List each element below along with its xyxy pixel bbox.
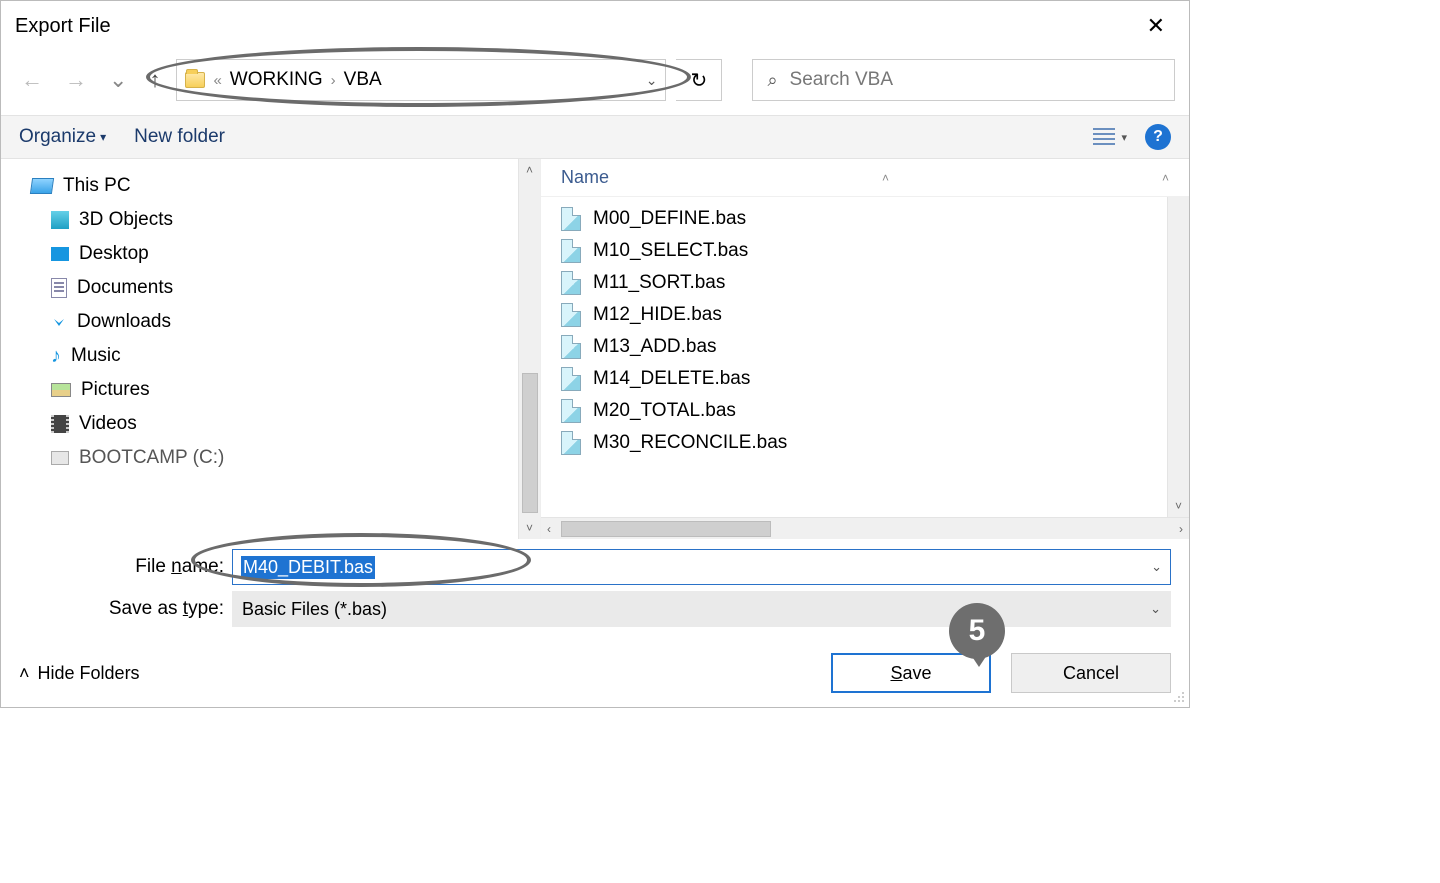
file-row[interactable]: M10_SELECT.bas <box>561 235 1167 267</box>
hide-folders-toggle[interactable]: ˄ Hide Folders <box>19 663 140 684</box>
filename-input[interactable]: M40_DEBIT.bas ⌄ <box>232 549 1171 585</box>
view-icon <box>1093 128 1115 146</box>
forward-button[interactable]: → <box>59 65 93 95</box>
tree-desktop[interactable]: Desktop <box>31 237 518 271</box>
type-dropdown-icon[interactable]: ⌄ <box>1150 601 1161 617</box>
file-header[interactable]: Name ˄ ˄ <box>541 159 1189 197</box>
file-vscrollbar[interactable]: ˅ <box>1167 197 1189 517</box>
bas-file-icon <box>561 335 581 359</box>
pictures-icon <box>51 383 71 397</box>
desktop-icon <box>51 247 69 261</box>
bas-file-icon <box>561 207 581 231</box>
type-label: Save as type: <box>19 598 224 620</box>
file-row[interactable]: M20_TOTAL.bas <box>561 395 1167 427</box>
bas-file-icon <box>561 367 581 391</box>
nav-tree: This PC 3D Objects Desktop Documents <box>1 159 541 539</box>
up-button[interactable]: ↑ <box>143 65 166 95</box>
scroll-thumb[interactable] <box>561 521 771 537</box>
breadcrumb-parent[interactable]: WORKING <box>230 69 323 91</box>
scroll-down-icon[interactable]: ˅ <box>526 517 533 539</box>
file-row[interactable]: M11_SORT.bas <box>561 267 1167 299</box>
back-button[interactable]: ← <box>15 65 49 95</box>
breadcrumb-prefix: « <box>213 72 221 89</box>
annotation-step-badge: 5 <box>949 603 1005 659</box>
tree-documents[interactable]: Documents <box>31 271 518 305</box>
scroll-right-icon[interactable]: › <box>1173 522 1189 536</box>
filename-row: File name: M40_DEBIT.bas ⌄ <box>1 539 1189 585</box>
bas-file-icon <box>561 271 581 295</box>
titlebar: Export File ✕ <box>1 1 1189 53</box>
pc-icon <box>30 178 54 194</box>
bas-file-icon <box>561 399 581 423</box>
resize-grip[interactable] <box>1171 689 1185 703</box>
folder-icon <box>185 72 205 88</box>
bas-file-icon <box>561 303 581 327</box>
scroll-up-icon[interactable]: ˄ <box>526 159 533 181</box>
dialog-title: Export File <box>15 15 111 38</box>
close-button[interactable]: ✕ <box>1137 9 1175 43</box>
file-row[interactable]: M14_DELETE.bas <box>561 363 1167 395</box>
videos-icon <box>51 415 69 433</box>
file-row[interactable]: M00_DEFINE.bas <box>561 203 1167 235</box>
type-value: Basic Files (*.bas) <box>242 599 387 620</box>
tree-scrollbar[interactable]: ˄ ˅ <box>518 159 540 539</box>
bottom-bar: ˄ Hide Folders Save Cancel 5 <box>1 627 1189 707</box>
tree-this-pc[interactable]: This PC <box>31 169 518 203</box>
nav-row: ← → ⌄ ↑ « WORKING › VBA ⌄ ↻ ⌕ Search VBA <box>1 53 1189 115</box>
sort-indicator-icon: ˄ <box>882 171 889 185</box>
save-button[interactable]: Save <box>831 653 991 693</box>
file-row[interactable]: M13_ADD.bas <box>561 331 1167 363</box>
file-pane: Name ˄ ˄ M00_DEFINE.bas M10_SELECT.bas M… <box>541 159 1189 539</box>
scroll-down-icon[interactable]: ˅ <box>1175 495 1182 517</box>
help-button[interactable]: ? <box>1145 124 1171 150</box>
scroll-thumb[interactable] <box>522 373 538 513</box>
toolbar: Organize▾ New folder ▾ ? <box>1 115 1189 159</box>
scroll-up-icon[interactable]: ˄ <box>1162 171 1169 185</box>
document-icon <box>51 278 67 298</box>
content-area: This PC 3D Objects Desktop Documents <box>1 159 1189 539</box>
bas-file-icon <box>561 431 581 455</box>
bas-file-icon <box>561 239 581 263</box>
tree-drive-c[interactable]: BOOTCAMP (C:) <box>31 441 518 475</box>
cube-icon <box>51 211 69 229</box>
drive-icon <box>51 451 69 465</box>
tree-pictures[interactable]: Pictures <box>31 373 518 407</box>
view-options[interactable]: ▾ <box>1093 128 1127 146</box>
chevron-right-icon: › <box>331 72 336 89</box>
tree-videos[interactable]: Videos <box>31 407 518 441</box>
file-row[interactable]: M12_HIDE.bas <box>561 299 1167 331</box>
filename-dropdown-icon[interactable]: ⌄ <box>1151 559 1162 575</box>
tree-3d-objects[interactable]: 3D Objects <box>31 203 518 237</box>
tree-music[interactable]: ♪ Music <box>31 339 518 373</box>
search-box[interactable]: ⌕ Search VBA <box>752 59 1175 101</box>
file-list: M00_DEFINE.bas M10_SELECT.bas M11_SORT.b… <box>541 197 1167 517</box>
download-icon <box>51 314 67 330</box>
refresh-button[interactable]: ↻ <box>676 59 722 101</box>
filename-value: M40_DEBIT.bas <box>241 556 375 579</box>
address-dropdown[interactable]: ⌄ <box>646 72 658 89</box>
new-folder-button[interactable]: New folder <box>134 126 225 148</box>
search-icon: ⌕ <box>767 70 777 91</box>
chevron-up-icon: ˄ <box>19 663 30 684</box>
organize-menu[interactable]: Organize▾ <box>19 126 106 148</box>
filename-label: File name: <box>19 556 224 578</box>
recent-dropdown[interactable]: ⌄ <box>103 65 133 95</box>
type-select[interactable]: Basic Files (*.bas) ⌄ <box>232 591 1171 627</box>
file-hscrollbar[interactable]: ‹ › <box>541 517 1189 539</box>
search-placeholder: Search VBA <box>790 69 894 91</box>
type-row: Save as type: Basic Files (*.bas) ⌄ <box>1 585 1189 627</box>
column-name[interactable]: Name <box>561 167 609 188</box>
address-bar[interactable]: « WORKING › VBA ⌄ <box>176 59 666 101</box>
music-icon: ♪ <box>51 346 61 366</box>
tree-downloads[interactable]: Downloads <box>31 305 518 339</box>
scroll-left-icon[interactable]: ‹ <box>541 522 557 536</box>
export-file-dialog: Export File ✕ ← → ⌄ ↑ « WORKING › VBA ⌄ … <box>0 0 1190 708</box>
cancel-button[interactable]: Cancel <box>1011 653 1171 693</box>
file-row[interactable]: M30_RECONCILE.bas <box>561 427 1167 459</box>
breadcrumb-current[interactable]: VBA <box>344 69 382 91</box>
